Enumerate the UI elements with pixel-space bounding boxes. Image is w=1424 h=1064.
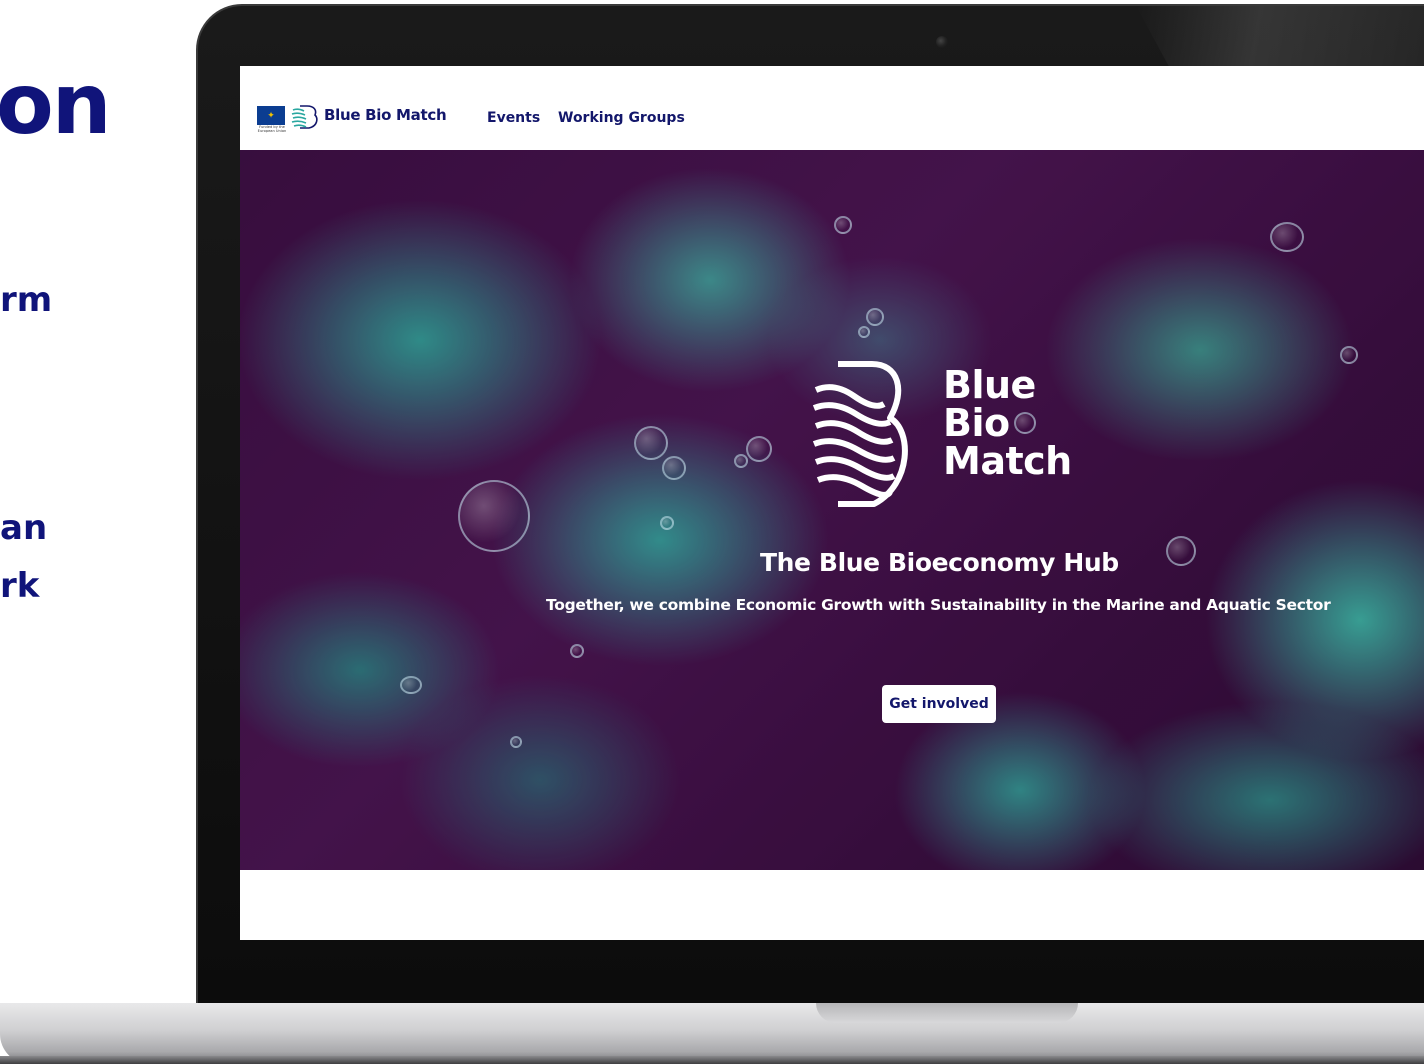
blue-bio-match-logo-icon [812, 361, 908, 507]
bubble-decoration [660, 516, 674, 530]
laptop-base-shadow [0, 1056, 1424, 1064]
bubble-decoration [634, 426, 668, 460]
bubble-decoration [1340, 346, 1358, 364]
bubble-decoration [1166, 536, 1196, 566]
laptop-base-notch [816, 1003, 1078, 1023]
nav-link-working-groups[interactable]: Working Groups [558, 110, 685, 126]
eu-funding-caption: Funded by the European Union [257, 125, 287, 133]
bubble-decoration [866, 308, 884, 326]
bubble-decoration [662, 456, 686, 480]
hero-logo-line: Bio [943, 401, 1010, 445]
hero-logo-line: Match [943, 439, 1072, 483]
hero-section: Blue Bio Match The Blue Bioeconomy Hub T… [240, 150, 1424, 870]
nav-link-events[interactable]: Events [487, 110, 540, 126]
bubble-decoration [734, 454, 748, 468]
site-navbar: ✦ Funded by the European Union Blue Bio … [240, 66, 1424, 150]
get-involved-button[interactable]: Get involved [882, 685, 996, 723]
bubble-decoration [834, 216, 852, 234]
bubble-decoration [1270, 222, 1304, 252]
slide-text-area: on rm an rk [0, 0, 200, 1064]
bubble-decoration [570, 644, 584, 658]
blue-bio-match-logo-icon[interactable] [290, 104, 320, 130]
hero-overlay [240, 150, 1424, 870]
hero-logo-wordmark: Blue Bio Match [943, 366, 1072, 480]
slide-line-fragment-1: rm [0, 280, 53, 320]
hero-subtitle: Together, we combine Economic Growth wit… [546, 596, 1331, 614]
lid-glare [1136, 6, 1424, 72]
laptop-base [0, 1003, 1424, 1064]
hero-logo-line: Blue [943, 363, 1036, 407]
bubble-decoration [458, 480, 530, 552]
slide-line-fragment-3: rk [0, 566, 40, 606]
slide-line-fragment-2: an [0, 508, 48, 548]
eu-flag-icon: ✦ [257, 106, 285, 125]
bubble-decoration [510, 736, 522, 748]
slide-title-fragment: on [0, 55, 112, 153]
bubble-decoration [400, 676, 422, 694]
bubble-decoration [746, 436, 772, 462]
brand-name[interactable]: Blue Bio Match [324, 106, 447, 124]
bubble-decoration [858, 326, 870, 338]
webcam-icon [936, 36, 948, 48]
laptop-screen: ✦ Funded by the European Union Blue Bio … [240, 66, 1424, 940]
hero-title: The Blue Bioeconomy Hub [760, 548, 1119, 577]
